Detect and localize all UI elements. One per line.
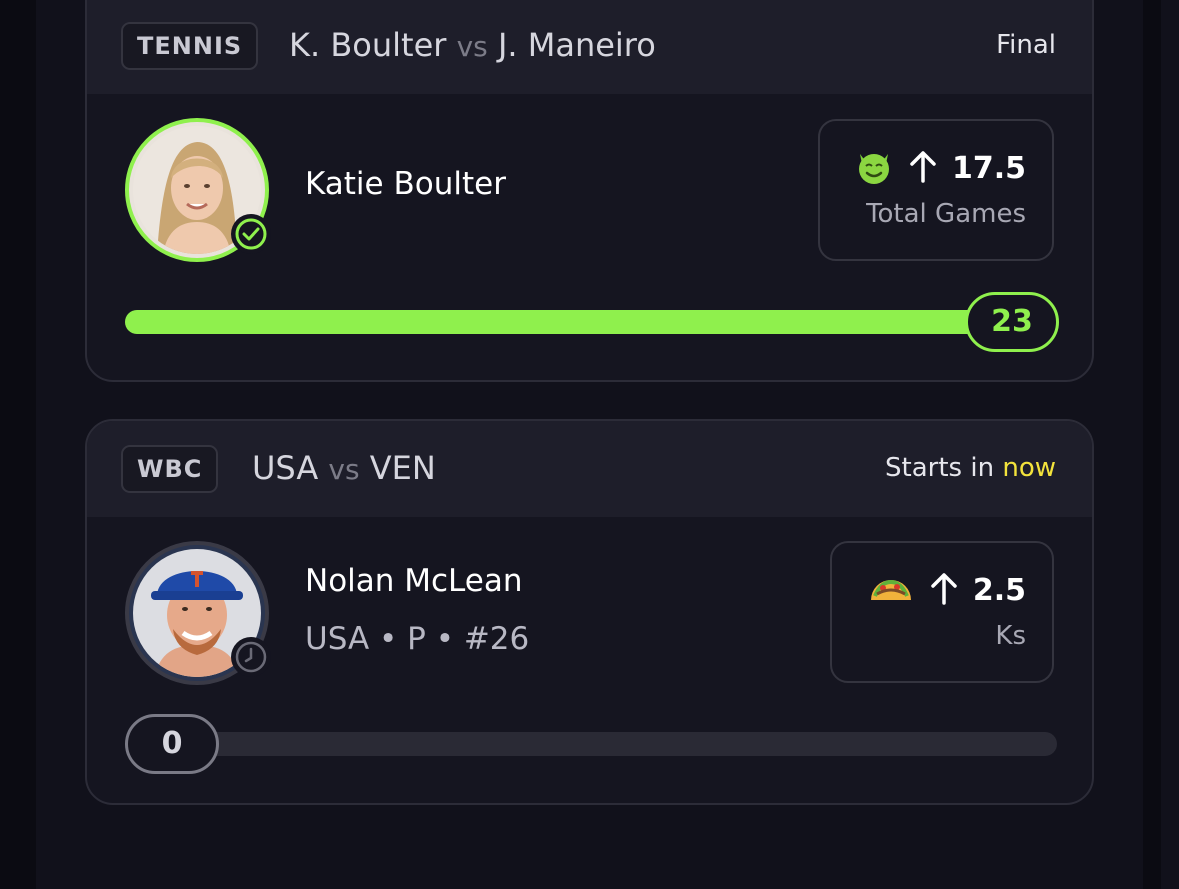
status-prefix: Starts in [885,453,995,483]
result-value: 23 [965,292,1059,352]
pick-row: 2.5 [867,565,1026,615]
game-status: Starts in now [885,453,1056,483]
sport-badge: TENNIS [121,22,259,70]
team-b: J. Maneiro [497,26,656,64]
vs-label: vs [456,30,488,63]
matchup: K. Boulter vs J. Maneiro [289,26,656,64]
clock-icon [231,637,271,677]
pick-row: 17.5 [854,143,1026,193]
matchup: USA vs VEN [252,449,436,487]
player-name: Katie Boulter [305,166,506,202]
team-b: VEN [369,449,436,487]
pick-card-wbc[interactable]: WBC USA vs VEN Starts in now Nolan McLea… [85,419,1094,805]
status-highlight: now [1002,453,1056,483]
taco-emoji-icon [867,570,915,610]
progress-fill [125,310,1057,334]
progress-track [125,310,1057,334]
pick-box[interactable]: 17.5 Total Games [818,119,1054,261]
pick-stat: Total Games [866,199,1026,229]
player-avatar[interactable] [125,118,271,262]
player-meta: USA • P • #26 [305,621,530,657]
player-name: Nolan McLean [305,563,523,599]
team-a: USA [252,449,319,487]
pick-card-tennis[interactable]: TENNIS K. Boulter vs J. Maneiro Final Ka… [85,0,1094,382]
result-value: 0 [125,714,219,774]
sport-badge: WBC [121,445,219,493]
team-a: K. Boulter [289,26,447,64]
vs-label: vs [328,453,360,486]
card-header: TENNIS K. Boulter vs J. Maneiro Final [87,0,1092,94]
up-arrow-icon [929,571,959,609]
up-arrow-icon [908,149,938,187]
card-header: WBC USA vs VEN Starts in now [87,421,1092,517]
pick-stat: Ks [995,621,1026,651]
game-status: Final [996,30,1056,60]
screen: TENNIS K. Boulter vs J. Maneiro Final Ka… [0,0,1179,889]
devil-emoji-icon [854,146,894,190]
right-edge-panel [1161,0,1179,889]
pick-line: 2.5 [972,572,1026,608]
progress-track [125,732,1057,756]
pick-box[interactable]: 2.5 Ks [830,541,1054,683]
player-avatar[interactable] [125,541,271,685]
check-circle-icon [231,214,271,254]
pick-line: 17.5 [951,150,1026,186]
